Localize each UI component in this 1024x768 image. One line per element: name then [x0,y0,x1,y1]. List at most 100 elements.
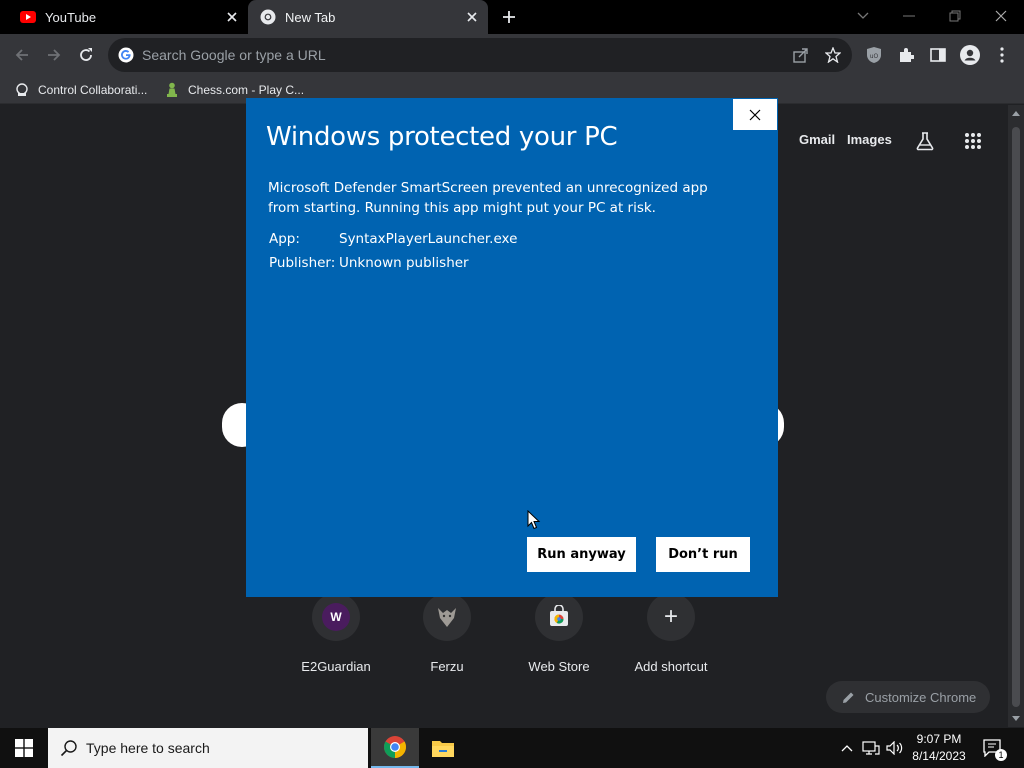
gmail-link[interactable]: Gmail [799,132,835,147]
shortcut-add[interactable]: + Add shortcut [615,593,727,674]
window-close-button[interactable] [989,4,1013,28]
customize-chrome-label: Customize Chrome [865,689,977,705]
plus-icon [503,11,515,23]
tab-youtube[interactable]: YouTube [0,0,248,34]
tab-strip: YouTube New Tab [0,0,1024,34]
chevron-down-icon [857,12,869,19]
ferzu-wolf-icon [438,608,456,627]
reload-icon [80,48,92,61]
tab-new-tab[interactable]: New Tab [248,0,488,34]
bookmark-label: Chess.com - Play C... [188,83,305,97]
scroll-up-arrow-icon[interactable] [1012,111,1020,116]
taskbar-file-explorer[interactable] [419,728,467,768]
shortcut-tile: W [312,593,360,641]
volume-icon [886,741,903,755]
web-store-icon [550,605,568,626]
dialog-message: Microsoft Defender SmartScreen prevented… [268,180,708,216]
search-icon [60,740,77,757]
apps-grid-icon[interactable] [961,129,985,153]
new-tab-button[interactable] [498,6,520,28]
shortcut-ferzu[interactable]: Ferzu [391,593,503,674]
side-panel-button[interactable] [926,43,950,67]
publisher-key: Publisher: [269,255,336,271]
show-hidden-icons-button[interactable] [838,728,856,768]
dialog-title: Windows protected your PC [266,122,618,152]
pencil-icon [842,691,855,704]
shortcut-tile: + [647,593,695,641]
chevron-up-icon [841,745,853,752]
menu-icon [1000,47,1004,63]
network-icon [862,741,880,755]
notification-center-button[interactable]: 1 [978,728,1008,768]
google-icon [118,47,134,63]
scroll-down-arrow-icon[interactable] [1012,716,1020,721]
forward-button[interactable] [42,43,66,67]
notification-count-badge: 1 [995,749,1007,761]
dont-run-button[interactable]: Don’t run [656,537,750,572]
close-tab-icon[interactable] [224,9,240,25]
run-anyway-button[interactable]: Run anyway [527,537,636,572]
shortcut-letter-icon: W [322,603,350,631]
minimize-icon [903,15,915,17]
publisher-value: Unknown publisher [339,255,469,271]
tab-title: YouTube [45,9,97,25]
omnibox[interactable]: Search Google or type a URL [108,38,852,72]
ublock-extension-button[interactable]: uO [862,43,886,67]
start-button[interactable] [0,728,48,768]
tab-title: New Tab [285,9,336,25]
images-link[interactable]: Images [847,132,892,147]
network-button[interactable] [860,728,882,768]
omnibox-placeholder: Search Google or type a URL [142,47,326,63]
profile-icon [960,45,980,65]
mouse-cursor-icon [527,510,541,530]
publisher-row: Publisher: Unknown publisher [269,255,469,271]
chess-pawn-icon [164,82,180,98]
svg-text:uO: uO [870,53,879,60]
plus-icon: + [663,603,678,630]
app-value: SyntaxPlayerLauncher.exe [339,231,518,247]
page-scrollbar[interactable] [1008,105,1024,727]
youtube-icon [20,9,36,25]
bookmark-favicon-icon [14,82,30,98]
shortcut-label: Web Store [528,659,590,674]
app-key: App: [269,231,300,247]
customize-chrome-button[interactable]: Customize Chrome [826,681,990,713]
star-icon[interactable] [824,46,842,64]
reload-button[interactable] [74,43,98,67]
dialog-close-button[interactable] [732,98,778,131]
close-tab-icon[interactable] [464,9,480,25]
scrollbar-thumb[interactable] [1012,127,1020,707]
back-button[interactable] [10,43,34,67]
chrome-menu-button[interactable] [990,43,1014,67]
minimize-button[interactable] [897,4,921,28]
bookmark-chess-com[interactable]: Chess.com - Play C... [164,81,304,99]
shortcut-tile [423,593,471,641]
extensions-icon [900,48,914,62]
shortcut-label: Ferzu [430,659,464,674]
shortcut-web-store[interactable]: Web Store [503,593,615,674]
bookmark-label: Control Collaborati... [38,83,148,97]
restore-icon [949,10,961,22]
taskbar-chrome[interactable] [371,728,419,768]
profile-button[interactable] [958,43,982,67]
share-icon[interactable] [792,46,810,64]
taskbar-search-box[interactable]: Type here to search [48,728,368,768]
ublock-icon: uO [867,47,881,63]
forward-icon [48,49,61,61]
tab-search-button[interactable] [851,4,875,28]
clock-time: 9:07 PM [916,732,962,746]
close-icon [995,10,1007,22]
file-explorer-icon [432,741,454,757]
restore-button[interactable] [943,4,967,28]
extensions-button[interactable] [894,43,918,67]
shortcut-e2guardian[interactable]: W E2Guardian [280,593,392,674]
side-panel-icon [930,48,946,62]
chrome-icon [260,9,276,25]
bookmark-control-collaboration[interactable]: Control Collaborati... [14,81,147,99]
toolbar: Search Google or type a URL uO [0,34,1024,76]
volume-button[interactable] [884,728,906,768]
labs-icon[interactable] [913,129,937,153]
shortcut-label: Add shortcut [634,659,708,674]
taskbar-clock[interactable]: 9:07 PM 8/14/2023 [904,731,974,765]
shortcut-label: E2Guardian [301,659,371,674]
